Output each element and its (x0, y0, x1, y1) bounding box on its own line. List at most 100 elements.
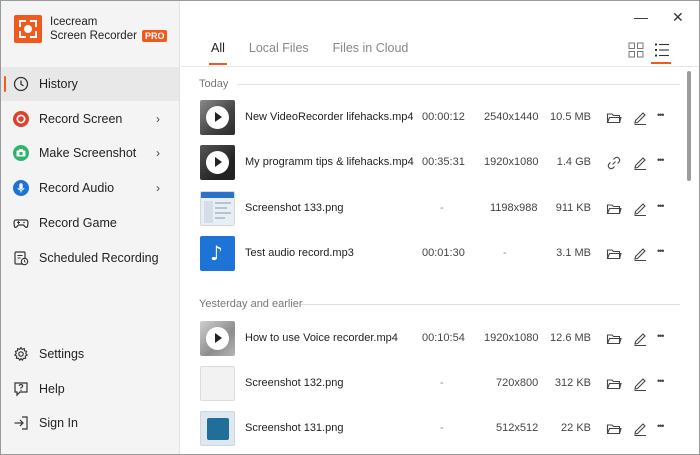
file-row[interactable]: How to use Voice recorder.mp4 00:10:54 1… (200, 321, 680, 357)
edit-icon[interactable] (632, 110, 648, 126)
folder-icon[interactable] (606, 110, 622, 126)
more-icon[interactable]: ••• (657, 331, 673, 347)
file-resolution: 1920x1080 (484, 332, 539, 344)
tab-local-files[interactable]: Local Files (249, 41, 309, 65)
scrollbar-thumb[interactable] (687, 71, 691, 181)
minimize-button[interactable]: — (634, 9, 648, 25)
sidebar-item-settings[interactable]: Settings (1, 337, 179, 371)
edit-icon[interactable] (632, 331, 648, 347)
pro-badge: PRO (141, 30, 168, 42)
screenshot-thumbnail (200, 191, 235, 226)
chevron-right-icon: › (156, 146, 160, 160)
tab-files-in-cloud[interactable]: Files in Cloud (333, 41, 409, 65)
sign-in-icon (14, 416, 28, 430)
gear-icon (13, 346, 29, 362)
sidebar-item-scheduled-recording[interactable]: Scheduled Recording (1, 241, 179, 275)
sidebar-item-make-screenshot[interactable]: Make Screenshot › (1, 136, 179, 170)
sidebar-item-help[interactable]: Help (1, 372, 179, 406)
file-duration: 00:00:12 (422, 111, 465, 123)
section-heading-yesterday: Yesterday and earlier (199, 298, 303, 310)
tab-bar: All Local Files Files in Cloud (201, 41, 432, 65)
file-row[interactable]: New VideoRecorder lifehacks.mp4 00:00:12… (200, 100, 680, 136)
microphone-icon (13, 180, 29, 196)
file-name: My programm tips & lifehacks.mp4 (245, 156, 414, 168)
file-row[interactable]: ♪ Test audio record.mp3 00:01:30 - 3.1 M… (200, 236, 680, 272)
logo-icon (14, 15, 42, 43)
file-row[interactable]: Screenshot 132.png - 720x800 312 KB ••• (200, 366, 680, 402)
active-view-indicator (651, 62, 671, 64)
more-icon[interactable]: ••• (657, 421, 673, 437)
app-name-line2: Screen Recorder (50, 30, 137, 42)
sidebar-item-record-screen[interactable]: Record Screen › (1, 102, 179, 136)
sidebar-item-label: Record Game (39, 216, 117, 230)
video-thumbnail (200, 145, 235, 180)
sidebar-item-history[interactable]: History (1, 67, 179, 101)
file-row[interactable]: My programm tips & lifehacks.mp4 00:35:3… (200, 145, 680, 181)
more-icon[interactable]: ••• (657, 201, 673, 217)
app-name-line1: Icecream (50, 16, 98, 28)
edit-icon[interactable] (632, 155, 648, 171)
folder-icon[interactable] (606, 246, 622, 262)
folder-icon[interactable] (606, 201, 622, 217)
file-size: 10.5 MB (550, 111, 591, 123)
edit-icon[interactable] (632, 376, 648, 392)
sidebar-item-record-audio[interactable]: Record Audio › (1, 171, 179, 205)
file-name: Screenshot 131.png (245, 422, 344, 434)
file-name: Test audio record.mp3 (245, 247, 354, 259)
video-thumbnail (200, 321, 235, 356)
more-icon[interactable]: ••• (657, 155, 673, 171)
link-icon[interactable] (606, 155, 622, 171)
tab-all[interactable]: All (209, 41, 227, 65)
file-name: How to use Voice recorder.mp4 (245, 332, 398, 344)
audio-thumbnail: ♪ (200, 236, 235, 271)
list-view-icon[interactable] (653, 41, 671, 59)
file-duration: - (440, 377, 444, 389)
file-row[interactable]: Screenshot 133.png - 1198x988 911 KB ••• (200, 191, 680, 227)
edit-icon[interactable] (632, 421, 648, 437)
chevron-right-icon: › (156, 112, 160, 126)
more-icon[interactable]: ••• (657, 246, 673, 262)
file-duration: 00:35:31 (422, 156, 465, 168)
file-resolution: 1198x988 (490, 202, 538, 214)
file-size: 1.4 GB (556, 156, 591, 168)
gamepad-icon (13, 219, 29, 228)
sidebar-item-label: Record Screen (39, 112, 123, 126)
app-logo: Icecream Screen Recorder PRO (14, 13, 168, 45)
close-button[interactable]: ✕ (672, 9, 684, 26)
folder-icon[interactable] (606, 421, 622, 437)
more-icon[interactable]: ••• (657, 376, 673, 392)
more-icon[interactable]: ••• (657, 110, 673, 126)
sidebar-item-sign-in[interactable]: Sign In (1, 406, 179, 440)
play-icon (206, 151, 229, 174)
file-duration: - (440, 422, 444, 434)
file-name: New VideoRecorder lifehacks.mp4 (245, 111, 414, 123)
record-icon (13, 111, 29, 127)
sidebar-item-record-game[interactable]: Record Game (1, 206, 179, 240)
file-size: 3.1 MB (556, 247, 591, 259)
file-resolution: 720x800 (496, 377, 539, 389)
sidebar-item-label: Help (39, 382, 65, 396)
chevron-right-icon: › (156, 181, 160, 195)
header-divider (181, 66, 699, 67)
file-duration: 00:01:30 (422, 247, 465, 259)
file-size: 312 KB (554, 377, 591, 389)
folder-icon[interactable] (606, 331, 622, 347)
edit-icon[interactable] (632, 201, 648, 217)
screenshot-thumbnail (200, 366, 235, 401)
file-row[interactable]: Screenshot 131.png - 512x512 22 KB ••• (200, 411, 680, 447)
screenshot-thumbnail (200, 411, 235, 446)
file-duration: - (440, 202, 444, 214)
file-name: Screenshot 132.png (245, 377, 344, 389)
folder-icon[interactable] (606, 376, 622, 392)
edit-icon[interactable] (632, 246, 648, 262)
section-heading-today: Today (199, 78, 229, 90)
app-window: Icecream Screen Recorder PRO History Rec… (0, 0, 700, 455)
music-note-icon: ♪ (210, 241, 223, 265)
file-size: 911 KB (555, 202, 591, 214)
sidebar-item-label: Record Audio (39, 181, 115, 195)
grid-view-icon[interactable] (627, 41, 645, 59)
sidebar-item-label: Settings (39, 347, 85, 361)
file-resolution: 512x512 (496, 422, 539, 434)
sidebar-item-label: Make Screenshot (39, 146, 137, 160)
clock-icon (13, 76, 29, 92)
